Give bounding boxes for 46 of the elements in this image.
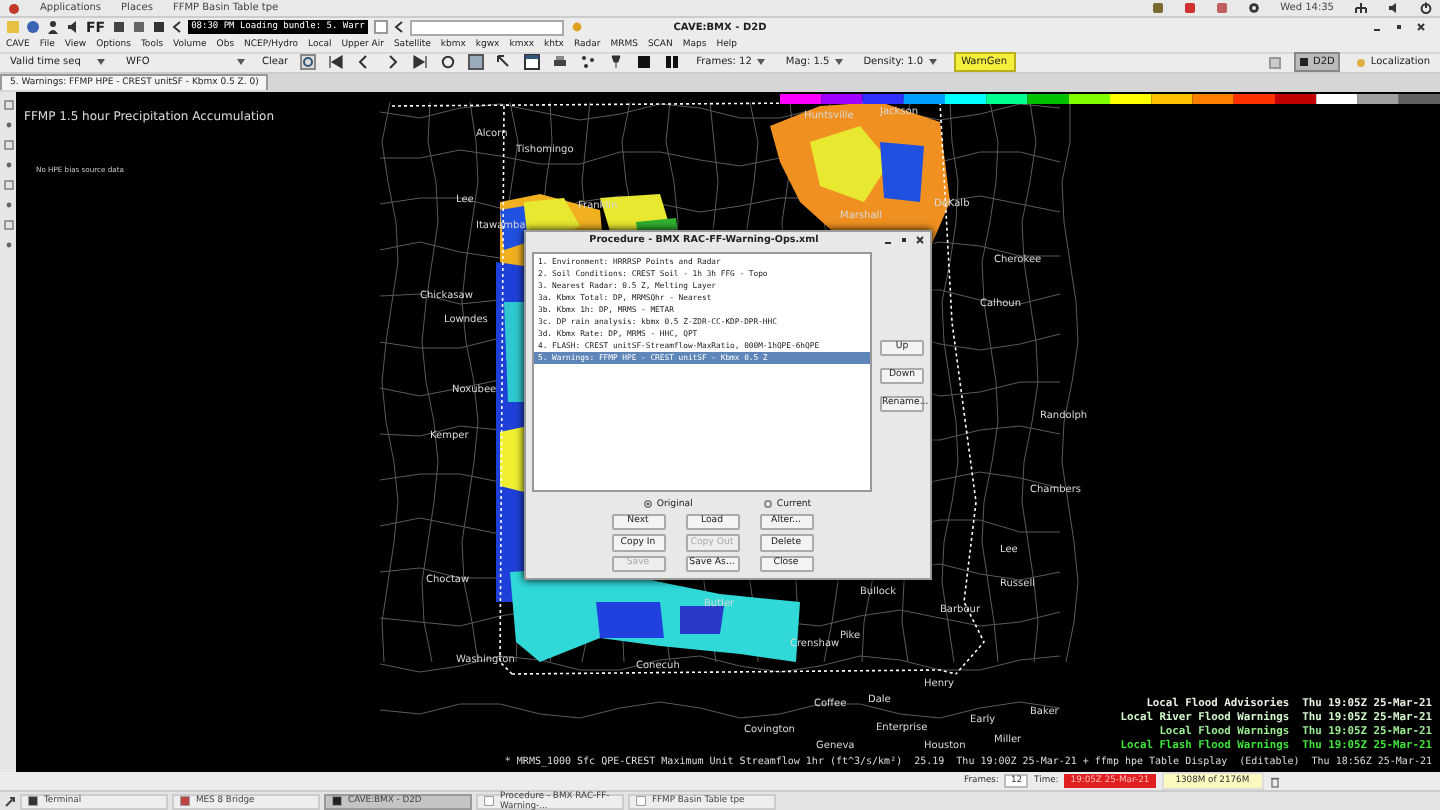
caret-icon [927, 58, 938, 67]
next-icon[interactable] [384, 54, 401, 71]
procedure-list[interactable] [532, 251, 872, 492]
tray-icon[interactable] [1152, 1, 1165, 14]
close-icon[interactable] [916, 236, 924, 245]
target-icon[interactable] [300, 54, 317, 71]
tray-icon[interactable] [1184, 1, 1197, 14]
app-icon [332, 796, 342, 807]
trash-icon[interactable] [1269, 775, 1280, 788]
app-icon [180, 796, 190, 807]
person-icon[interactable] [46, 20, 60, 35]
caret-icon [833, 58, 844, 67]
tray-icon[interactable] [1216, 1, 1229, 14]
caret-icon [236, 58, 246, 67]
panel-icon[interactable] [3, 99, 13, 110]
panes-icon[interactable] [664, 54, 681, 71]
arrows-icon[interactable] [4, 795, 16, 808]
chevron-icon[interactable] [394, 20, 405, 35]
pointer-icon[interactable] [496, 54, 513, 71]
square-icon[interactable] [636, 54, 653, 71]
panel-icon[interactable] [3, 179, 13, 190]
app-icon [28, 796, 38, 807]
panel-icon[interactable] [3, 139, 13, 150]
window-icon[interactable] [524, 54, 541, 71]
printer-icon[interactable] [552, 54, 569, 71]
caret-icon [96, 58, 106, 67]
caret-icon [755, 58, 766, 67]
close-icon[interactable] [1416, 22, 1426, 33]
app-icon [484, 796, 494, 807]
square-icon [1300, 58, 1309, 67]
network-icon[interactable] [1354, 1, 1368, 14]
first-frame-icon[interactable] [328, 54, 345, 71]
power-icon[interactable] [1420, 1, 1432, 14]
volume-icon[interactable] [1388, 1, 1400, 14]
last-frame-icon[interactable] [412, 54, 429, 71]
radio-button[interactable] [764, 500, 773, 509]
chevron-icon[interactable] [171, 20, 182, 35]
app-icon [636, 796, 646, 807]
text-field[interactable] [410, 19, 565, 36]
radio-button[interactable] [644, 500, 653, 509]
nodes-icon[interactable] [580, 54, 597, 71]
panel-icon[interactable] [3, 219, 13, 230]
previous-icon[interactable] [356, 54, 373, 71]
image-icon[interactable] [468, 54, 485, 71]
loop-icon[interactable] [440, 54, 457, 71]
speaker-icon[interactable] [66, 20, 80, 35]
